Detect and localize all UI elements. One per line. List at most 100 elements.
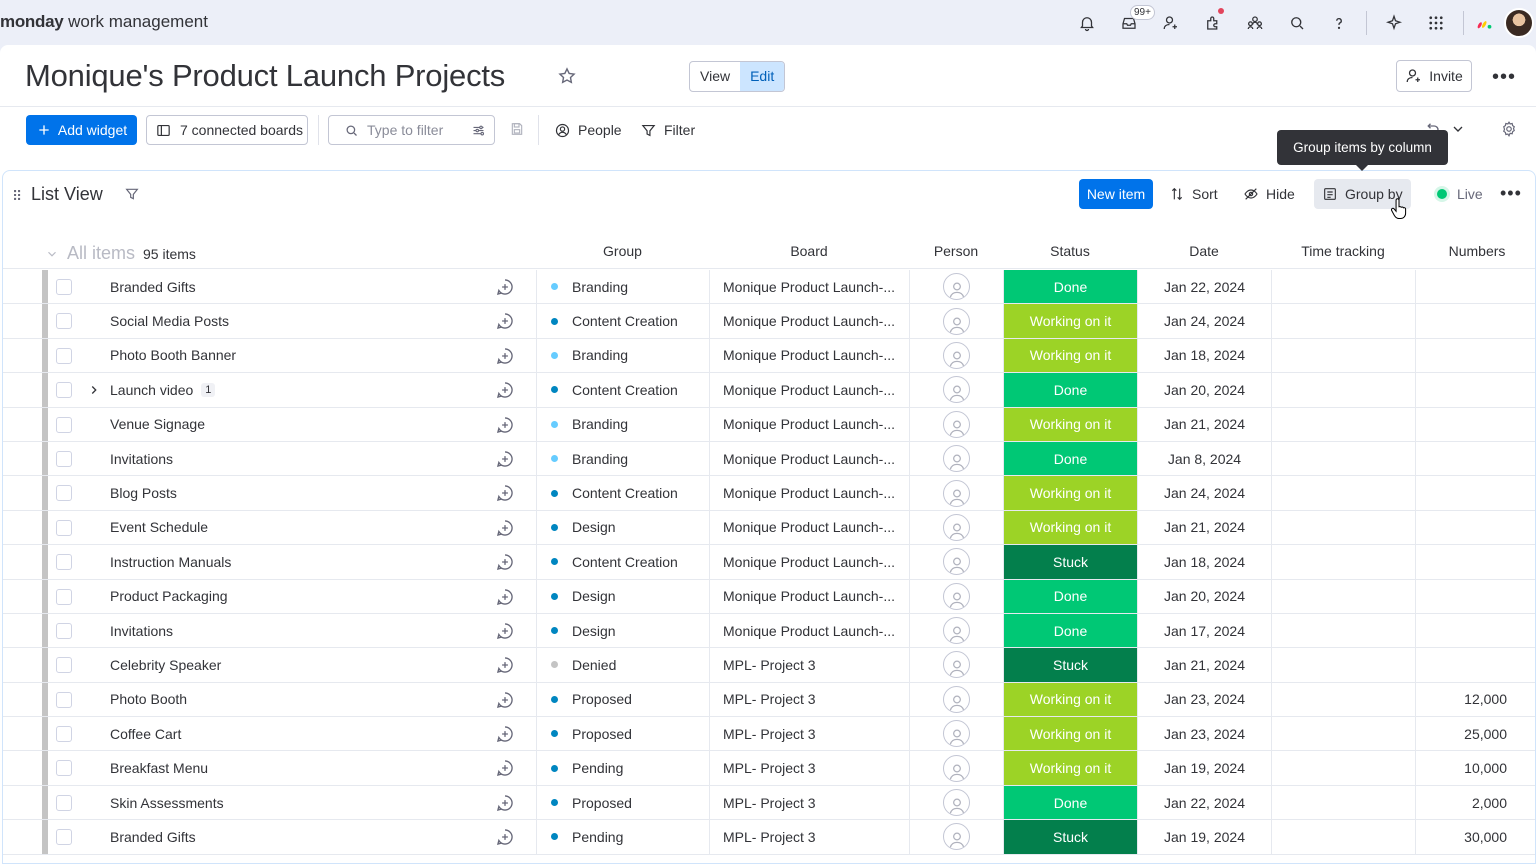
- person-cell[interactable]: [909, 510, 1003, 545]
- table-row[interactable]: Photo Booth Proposed MPL- Project 3 Working…: [3, 682, 1535, 718]
- item-name-cell[interactable]: Launch video 1: [110, 373, 216, 406]
- person-cell[interactable]: [909, 648, 1003, 682]
- group-cell[interactable]: Pending: [536, 751, 709, 785]
- person-cell[interactable]: [909, 785, 1003, 820]
- item-name-cell[interactable]: Photo Booth: [110, 683, 187, 716]
- table-row[interactable]: Blog Posts Content Creation Monique Produc…: [3, 476, 1535, 511]
- table-row[interactable]: Venue Signage Branding Monique Product Lau…: [3, 407, 1535, 442]
- filter-options-icon[interactable]: [471, 123, 486, 138]
- people-filter-button[interactable]: People: [554, 115, 622, 145]
- board-cell[interactable]: MPL- Project 3: [709, 682, 909, 717]
- apps-marketplace-icon[interactable]: [1192, 0, 1234, 45]
- row-checkbox[interactable]: [56, 726, 72, 743]
- group-cell[interactable]: Branding: [536, 338, 709, 373]
- board-cell[interactable]: Monique Product Launch-...: [709, 510, 909, 545]
- date-cell[interactable]: Jan 22, 2024: [1137, 785, 1271, 820]
- column-header-board[interactable]: Board: [709, 243, 909, 259]
- status-cell[interactable]: Working on it: [1003, 682, 1137, 717]
- date-cell[interactable]: Jan 21, 2024: [1137, 407, 1271, 441]
- ai-sparkle-icon[interactable]: [1373, 0, 1415, 45]
- search-icon[interactable]: [1276, 0, 1318, 45]
- numbers-cell[interactable]: [1415, 476, 1535, 510]
- numbers-cell[interactable]: [1415, 510, 1535, 545]
- row-checkbox[interactable]: [56, 382, 72, 399]
- live-toggle[interactable]: Live: [1429, 179, 1491, 209]
- date-cell[interactable]: Jan 23, 2024: [1137, 717, 1271, 751]
- group-cell[interactable]: Branding: [536, 270, 709, 304]
- user-avatar[interactable]: [1504, 7, 1534, 38]
- inbox-icon[interactable]: 99+: [1108, 0, 1155, 45]
- add-update-icon[interactable]: [495, 518, 515, 538]
- date-cell[interactable]: Jan 20, 2024: [1137, 373, 1271, 407]
- person-cell[interactable]: [909, 407, 1003, 441]
- column-header-date[interactable]: Date: [1137, 243, 1271, 259]
- table-row[interactable]: Event Schedule Design Monique Product Laun…: [3, 510, 1535, 546]
- add-update-icon[interactable]: [495, 587, 515, 607]
- board-cell[interactable]: MPL- Project 3: [709, 820, 909, 854]
- board-cell[interactable]: Monique Product Launch-...: [709, 338, 909, 373]
- date-cell[interactable]: Jan 24, 2024: [1137, 304, 1271, 338]
- column-header-status[interactable]: Status: [1003, 243, 1137, 259]
- board-cell[interactable]: Monique Product Launch-...: [709, 476, 909, 510]
- add-update-icon[interactable]: [495, 346, 515, 366]
- status-cell[interactable]: Done: [1003, 613, 1137, 648]
- add-update-icon[interactable]: [495, 483, 515, 503]
- monday-logo-icon[interactable]: [1470, 0, 1500, 45]
- new-item-button[interactable]: New item: [1079, 179, 1153, 209]
- numbers-cell[interactable]: 30,000: [1415, 820, 1535, 854]
- table-row[interactable]: Launch video 1 Content Creation Monique Pro…: [3, 373, 1535, 408]
- filter-button[interactable]: Filter: [640, 115, 695, 145]
- item-name-cell[interactable]: Product Packaging: [110, 580, 228, 613]
- person-cell[interactable]: [909, 476, 1003, 510]
- status-cell[interactable]: Done: [1003, 441, 1137, 476]
- row-checkbox[interactable]: [56, 485, 72, 502]
- board-cell[interactable]: MPL- Project 3: [709, 717, 909, 751]
- row-checkbox[interactable]: [56, 760, 72, 777]
- date-cell[interactable]: Jan 23, 2024: [1137, 682, 1271, 717]
- notifications-bell-icon[interactable]: [1066, 0, 1108, 45]
- add-update-icon[interactable]: [495, 655, 515, 675]
- group-cell[interactable]: Design: [536, 613, 709, 648]
- numbers-cell[interactable]: [1415, 579, 1535, 613]
- status-cell[interactable]: Done: [1003, 785, 1137, 820]
- person-cell[interactable]: [909, 441, 1003, 476]
- board-cell[interactable]: Monique Product Launch-...: [709, 304, 909, 338]
- add-update-icon[interactable]: [495, 758, 515, 778]
- column-header-person[interactable]: Person: [909, 243, 1003, 259]
- numbers-cell[interactable]: [1415, 648, 1535, 682]
- status-cell[interactable]: Working on it: [1003, 476, 1137, 510]
- group-cell[interactable]: Pending: [536, 820, 709, 854]
- date-cell[interactable]: Jan 22, 2024: [1137, 270, 1271, 304]
- time-tracking-cell[interactable]: [1271, 373, 1415, 407]
- help-icon[interactable]: [1318, 0, 1360, 45]
- page-title[interactable]: Monique's Product Launch Projects: [25, 58, 505, 94]
- board-cell[interactable]: Monique Product Launch-...: [709, 407, 909, 441]
- time-tracking-cell[interactable]: [1271, 717, 1415, 751]
- board-cell[interactable]: Monique Product Launch-...: [709, 373, 909, 407]
- group-cell[interactable]: Content Creation: [536, 476, 709, 510]
- status-cell[interactable]: Done: [1003, 270, 1137, 304]
- row-checkbox[interactable]: [56, 519, 72, 536]
- status-cell[interactable]: Done: [1003, 373, 1137, 407]
- item-name-cell[interactable]: Branded Gifts: [110, 820, 196, 853]
- status-cell[interactable]: Working on it: [1003, 717, 1137, 751]
- numbers-cell[interactable]: [1415, 545, 1535, 579]
- person-cell[interactable]: [909, 270, 1003, 304]
- time-tracking-cell[interactable]: [1271, 579, 1415, 613]
- add-update-icon[interactable]: [495, 724, 515, 744]
- numbers-cell[interactable]: [1415, 373, 1535, 407]
- hide-button[interactable]: Hide: [1235, 179, 1303, 209]
- time-tracking-cell[interactable]: [1271, 441, 1415, 476]
- item-name-cell[interactable]: Event Schedule: [110, 511, 208, 544]
- numbers-cell[interactable]: 2,000: [1415, 785, 1535, 820]
- board-cell[interactable]: Monique Product Launch-...: [709, 545, 909, 579]
- app-switcher-grid-icon[interactable]: [1415, 0, 1457, 45]
- group-cell[interactable]: Content Creation: [536, 373, 709, 407]
- add-update-icon[interactable]: [495, 690, 515, 710]
- column-header-time-tracking[interactable]: Time tracking: [1271, 243, 1415, 259]
- board-cell[interactable]: MPL- Project 3: [709, 751, 909, 785]
- table-row[interactable]: Photo Booth Banner Branding Monique Produc…: [3, 338, 1535, 374]
- group-cell[interactable]: Content Creation: [536, 304, 709, 338]
- sort-button[interactable]: Sort: [1161, 179, 1226, 209]
- date-cell[interactable]: Jan 18, 2024: [1137, 545, 1271, 579]
